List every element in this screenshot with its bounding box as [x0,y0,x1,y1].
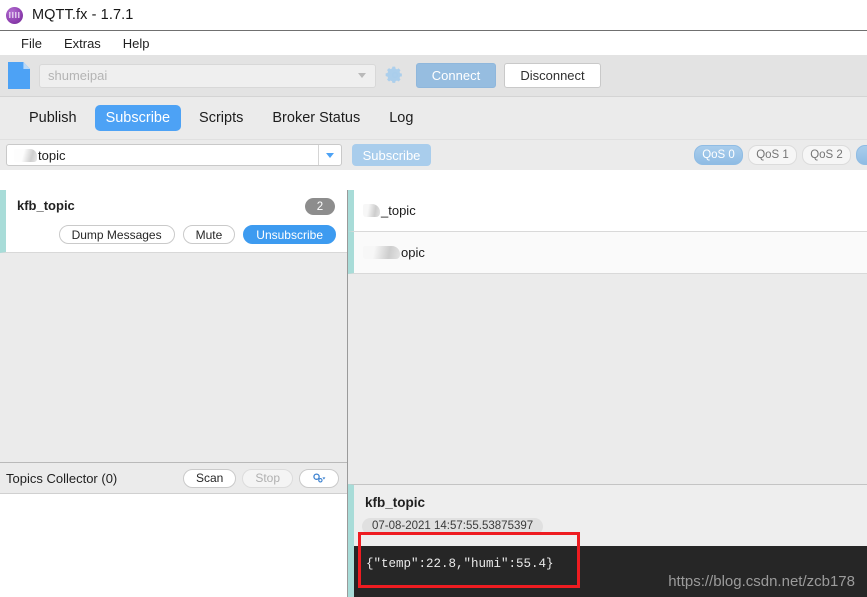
redaction-mark [363,246,400,259]
tab-broker-status[interactable]: Broker Status [261,105,371,131]
dump-messages-button[interactable]: Dump Messages [58,225,175,244]
subscribe-topic-value: topic [38,147,66,163]
menu-item-extras[interactable]: Extras [53,34,112,53]
menubar: File Extras Help [0,31,867,55]
tab-scripts[interactable]: Scripts [188,105,254,131]
topics-collector-title: Topics Collector (0) [6,470,118,486]
chevron-down-icon [326,152,334,158]
tab-log[interactable]: Log [378,105,424,131]
redaction-mark [14,148,37,162]
topics-collector-header: Topics Collector (0) Scan Stop [0,462,347,493]
subscriptions-list: kfb_topic 2 Dump Messages Mute Unsubscri… [0,190,347,462]
qos-option-1[interactable]: QoS 1 [748,145,797,165]
subscription-item[interactable]: kfb_topic 2 Dump Messages Mute Unsubscri… [0,190,347,253]
message-detail-panel: kfb_topic 07-08-2021 14:57:55.53875397 {… [348,484,867,597]
mute-button[interactable]: Mute [182,225,236,244]
topics-collector-controls: Scan Stop [182,468,339,488]
subscription-message-count: 2 [305,198,335,215]
qos-option-0[interactable]: QoS 0 [694,145,743,165]
topic-history-dropdown[interactable] [318,145,341,165]
connection-profile-select[interactable]: shumeipai [39,63,376,88]
topics-collector-settings-button[interactable] [299,468,339,488]
disconnect-button[interactable]: Disconnect [504,63,601,88]
topics-collector-body [0,493,347,597]
qos-selector-group: QoS 0 QoS 1 QoS 2 [694,145,867,165]
connect-button[interactable]: Connect [416,63,496,88]
window-title: MQTT.fx - 1.7.1 [32,7,134,23]
menu-item-help[interactable]: Help [112,34,161,53]
list-item[interactable]: opic [348,232,867,274]
message-topic: _topic [381,203,416,218]
window-titlebar: MQTT.fx - 1.7.1 [0,0,867,31]
main-tabbar: Publish Subscribe Scripts Broker Status … [0,97,867,140]
chevron-down-icon [358,73,366,78]
stop-button[interactable]: Stop [242,468,293,488]
subscriptions-pane: kfb_topic 2 Dump Messages Mute Unsubscri… [0,190,348,597]
subscribe-main-area: kfb_topic 2 Dump Messages Mute Unsubscri… [0,190,867,597]
subscribe-topic-input[interactable]: topic [6,144,342,166]
mqttfx-logo-icon [6,6,23,24]
tab-subscribe[interactable]: Subscribe [94,105,182,131]
detail-topic: kfb_topic [365,495,426,510]
connection-settings-button[interactable] [385,65,407,87]
messages-empty-space [348,274,867,484]
messages-list: _topic opic [348,190,867,274]
detail-timestamp: 07-08-2021 14:57:55.53875397 [362,518,544,535]
file-document-icon[interactable] [8,62,30,89]
gear-dropdown-icon [312,472,325,482]
messages-pane: _topic opic kfb_topic 07-08-2021 14:57:5… [348,190,867,597]
watermark-text: https://blog.csdn.net/zcb178 [668,573,855,590]
menu-item-file[interactable]: File [10,34,53,53]
list-item[interactable]: _topic [348,190,867,232]
subscription-topic: kfb_topic [17,198,75,213]
redaction-mark [363,204,380,217]
subscribe-toolbar: topic Subscribe QoS 0 QoS 1 QoS 2 [0,140,867,170]
tab-publish[interactable]: Publish [18,105,88,131]
qos-option-2[interactable]: QoS 2 [802,145,851,165]
gear-icon [385,66,402,83]
unsubscribe-button[interactable]: Unsubscribe [243,225,336,244]
autoscroll-toggle-clipped[interactable] [856,145,867,165]
connection-profile-value: shumeipai [48,68,108,83]
subscription-actions: Dump Messages Mute Unsubscribe [58,225,336,244]
connection-toolbar: shumeipai Connect Disconnect [0,55,867,97]
scan-button[interactable]: Scan [182,468,237,488]
subscribe-button[interactable]: Subscribe [352,144,431,166]
message-topic: opic [401,245,425,260]
